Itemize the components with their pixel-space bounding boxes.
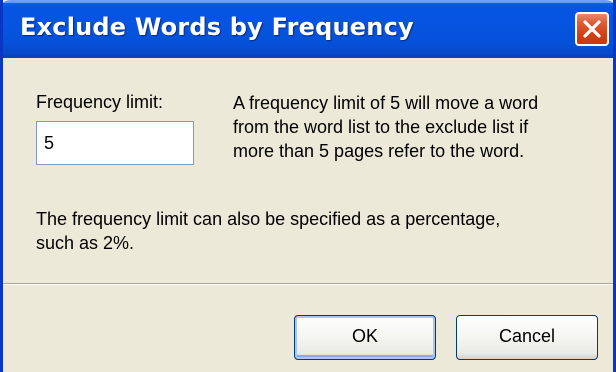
percentage-note: The frequency limit can also be specifie… <box>36 209 501 253</box>
ok-button[interactable]: OK <box>294 315 436 360</box>
dialog-title: Exclude Words by Frequency <box>20 13 414 41</box>
frequency-limit-input[interactable] <box>36 121 194 165</box>
frequency-limit-label: Frequency limit: <box>36 92 164 112</box>
cancel-button[interactable]: Cancel <box>456 315 598 360</box>
title-bar[interactable]: Exclude Words by Frequency <box>3 0 613 58</box>
close-button[interactable] <box>575 12 609 46</box>
frequency-description: A frequency limit of 5 will move a word … <box>233 93 539 161</box>
dialog-window: Exclude Words by Frequency Frequency lim… <box>0 0 616 372</box>
close-icon <box>583 20 601 38</box>
separator <box>3 283 613 285</box>
